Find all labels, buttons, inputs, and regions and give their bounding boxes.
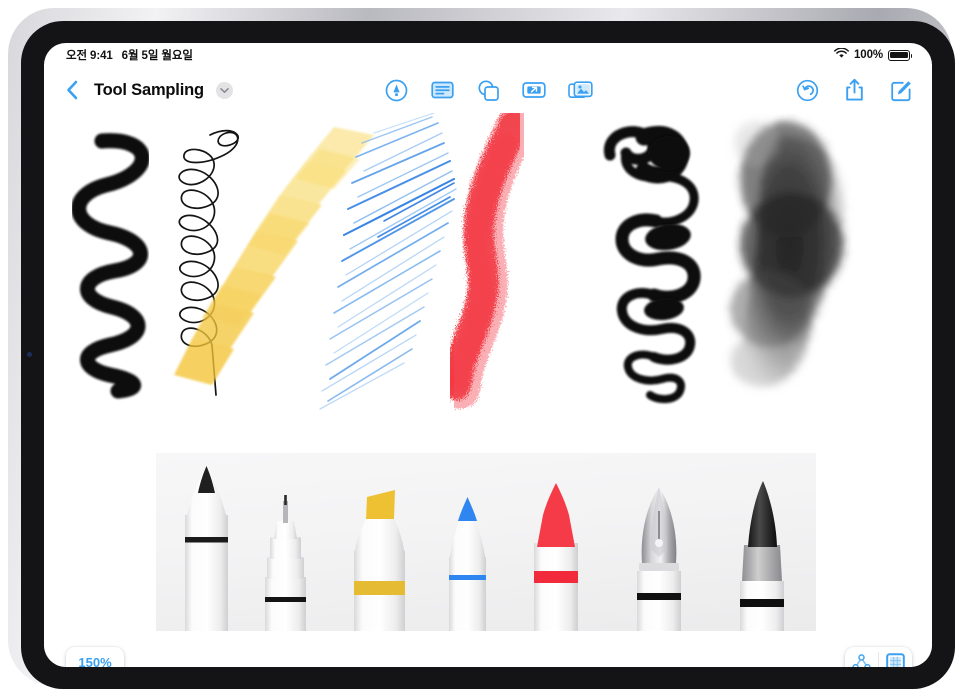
status-bar-right: 100% <box>834 47 913 62</box>
nav-bar-center-tools <box>383 77 593 103</box>
page-title: Tool Sampling <box>94 80 204 99</box>
status-time: 오전 9:41 <box>66 50 113 62</box>
status-date: 6월 5일 월요일 <box>121 50 193 62</box>
chevron-left-icon[interactable] <box>62 79 82 101</box>
media-tool[interactable] <box>567 77 593 103</box>
markup-pen-tool[interactable] <box>383 77 409 103</box>
grid-view-button[interactable] <box>879 647 912 667</box>
compose-button[interactable] <box>888 77 914 103</box>
charcoal-stroke <box>730 121 846 387</box>
nav-bar-left: Tool Sampling <box>62 79 233 101</box>
tool-charcoal <box>740 481 784 631</box>
battery-icon <box>888 49 913 61</box>
tools-illustration <box>185 466 784 631</box>
tool-blue-pen <box>449 497 486 631</box>
crayon-stroke <box>440 113 538 409</box>
drawing-canvas[interactable]: 150% <box>44 113 932 667</box>
tablet-device-frame: 오전 9:41 6월 5일 월요일 100% Tool Sampling 150… <box>8 8 955 689</box>
device-screen: 오전 9:41 6월 5일 월요일 100% Tool Sampling 150… <box>44 43 932 667</box>
nav-bar-right-tools <box>794 77 914 103</box>
tool-technical-pen <box>265 495 306 631</box>
share-link-tool[interactable] <box>521 77 547 103</box>
share-button[interactable] <box>841 77 867 103</box>
wifi-icon <box>834 47 849 62</box>
status-bar-left: 오전 9:41 6월 5일 월요일 <box>66 47 193 63</box>
brush-stroke <box>71 133 150 399</box>
zoom-level-label: 150% <box>78 654 112 668</box>
tool-brush-pen <box>185 466 228 631</box>
stroke-samples-group <box>71 113 846 410</box>
side-indicator-dot <box>27 352 32 357</box>
zoom-level-button[interactable]: 150% <box>66 647 124 667</box>
battery-percent-label: 100% <box>853 49 883 61</box>
bottom-right-toolbar <box>845 647 912 667</box>
chevron-down-icon[interactable] <box>215 81 233 99</box>
calligraphy-stroke <box>604 126 701 404</box>
tool-fountain-pen <box>637 487 681 631</box>
node-edit-button[interactable] <box>845 647 878 667</box>
navigation-bar: Tool Sampling <box>44 67 932 113</box>
tool-highlighter <box>354 490 405 631</box>
status-bar: 오전 9:41 6월 5일 월요일 100% <box>44 43 932 67</box>
undo-button[interactable] <box>794 77 820 103</box>
shapes-tool[interactable] <box>475 77 501 103</box>
tool-images-panel <box>156 453 816 631</box>
tool-red-crayon <box>534 483 578 631</box>
text-box-tool[interactable] <box>429 77 455 103</box>
